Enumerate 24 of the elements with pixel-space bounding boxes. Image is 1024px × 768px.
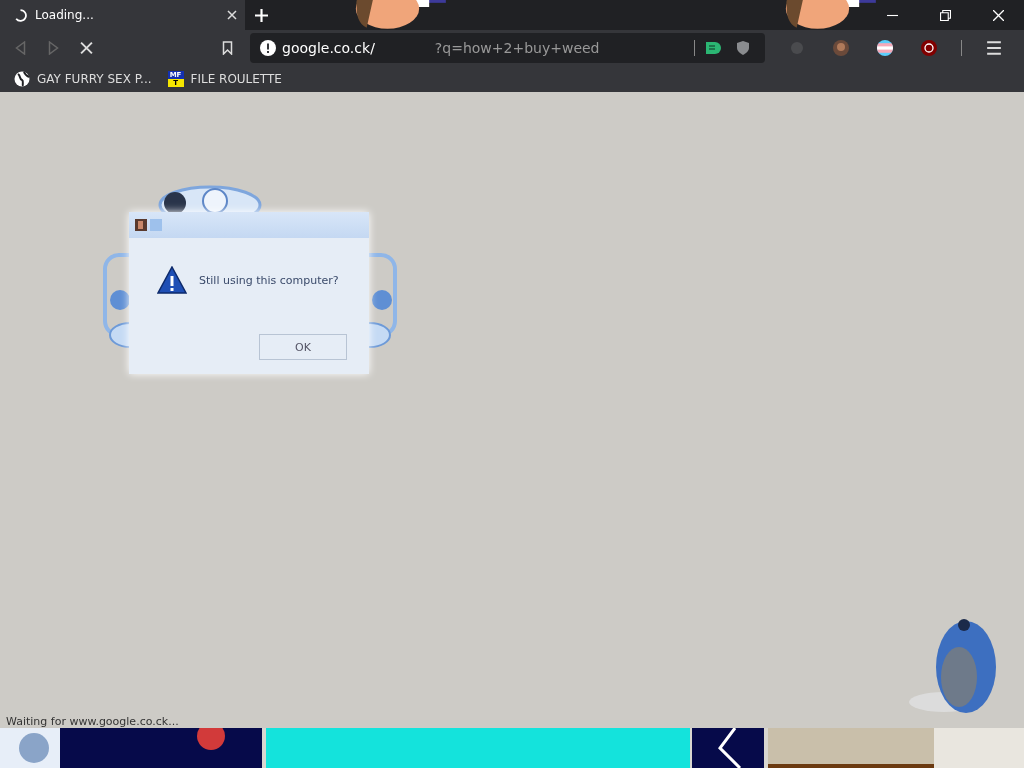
bookmark-icon[interactable] xyxy=(221,41,234,55)
globe-icon xyxy=(14,71,30,87)
chat-extension-icon[interactable] xyxy=(705,40,721,56)
info-icon xyxy=(260,40,276,56)
url-host: google.co.ck/ xyxy=(282,40,375,56)
address-bar[interactable]: google.co.ck/ ?q=how+2+buy+weed xyxy=(250,33,765,63)
menu-icon[interactable] xyxy=(986,40,1002,56)
url-query: ?q=how+2+buy+weed xyxy=(434,40,600,56)
browser-tab[interactable]: Loading... xyxy=(0,0,245,30)
restore-icon[interactable] xyxy=(940,9,951,21)
avatar-icon[interactable] xyxy=(833,40,849,56)
ok-button[interactable]: OK xyxy=(259,334,347,360)
shield-icon[interactable] xyxy=(735,40,751,56)
status-text: Waiting for www.google.co.ck... xyxy=(6,715,179,728)
new-tab-icon[interactable] xyxy=(255,8,268,22)
close-icon[interactable] xyxy=(227,10,237,20)
bookmark[interactable]: GAY FURRY SEX P... xyxy=(14,71,152,87)
dialog-message: Still using this computer? xyxy=(199,273,339,287)
shield-extension-icon[interactable] xyxy=(921,40,937,56)
spinner-icon xyxy=(14,8,27,22)
warning-icon xyxy=(157,266,187,294)
stop-icon[interactable] xyxy=(80,41,93,55)
window-icon xyxy=(135,219,165,231)
striped-circle-icon[interactable] xyxy=(877,40,893,56)
